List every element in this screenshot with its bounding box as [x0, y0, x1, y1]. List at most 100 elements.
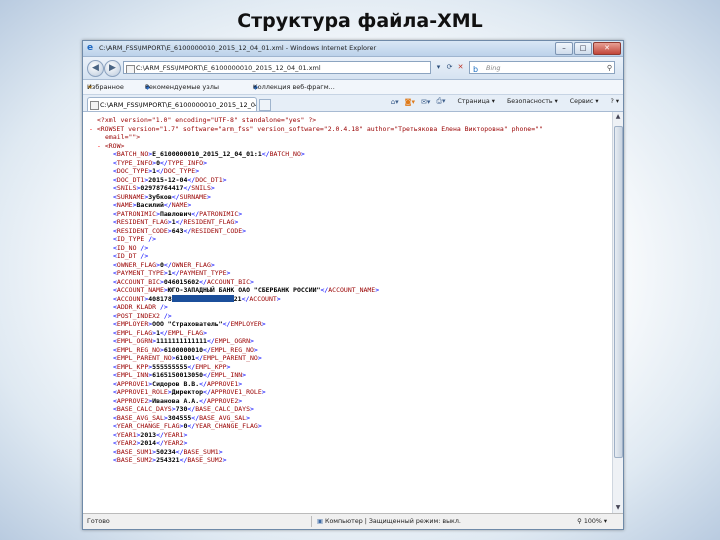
- bing-icon: b: [473, 65, 479, 74]
- xml-line[interactable]: - <ROWSET version="1.7" software="arm_fs…: [83, 125, 613, 134]
- xml-line: <ID_DT />: [113, 252, 149, 260]
- xml-line: <APPROVE1>Сидоров В.В.</APPROVE1>: [113, 379, 243, 388]
- xml-line: <APPROVE2>Иванова А.А.</APPROVE2>: [113, 396, 243, 405]
- xml-line: <APPROVE1_ROLE>Директор</APPROVE1_ROLE>: [113, 388, 266, 396]
- address-text: C:\ARM_FSS\IMPORT\E_6100000010_2015_12_0…: [136, 64, 321, 72]
- xml-line: <SNILS>02978764417</SNILS>: [113, 184, 215, 192]
- xml-tree: <?xml version="1.0" encoding="UTF-8" sta…: [83, 112, 613, 465]
- xml-line: <EMPL_REG_NO>6100000010</EMPL_REG_NO>: [113, 345, 258, 354]
- address-bar[interactable]: C:\ARM_FSS\IMPORT\E_6100000010_2015_12_0…: [123, 61, 431, 74]
- xml-line: <PAYMENT_TYPE>1</PAYMENT_TYPE>: [113, 269, 231, 277]
- back-arrow-icon: ◀: [92, 63, 99, 73]
- scroll-down-icon[interactable]: ▼: [613, 503, 623, 513]
- xml-line: <SURNAME>Зубков</SURNAME>: [113, 192, 211, 201]
- xml-line: <?xml version="1.0" encoding="UTF-8" sta…: [97, 116, 317, 124]
- stop-icon[interactable]: ✕: [455, 61, 466, 74]
- service-menu-label: Сервис: [569, 98, 594, 105]
- xml-line: <DOC_TYPE>1</DOC_TYPE>: [113, 167, 200, 175]
- xml-line: <BASE_AVG_SAL>304555</BASE_AVG_SAL>: [113, 413, 251, 422]
- zoom-level: 100%: [583, 518, 602, 525]
- refresh-icon[interactable]: ⟳: [444, 61, 455, 74]
- xml-line[interactable]: - <ROW>: [83, 142, 613, 151]
- page-icon: [126, 65, 135, 73]
- status-divider: [311, 516, 312, 527]
- xml-line: <ACCOUNT>408178 21</ACCOUNT>: [113, 294, 281, 303]
- security-zone[interactable]: ▣ Компьютер | Защищенный режим: выкл.: [317, 514, 461, 529]
- feeds-icon[interactable]: ◙▾: [405, 98, 415, 106]
- xml-line: <EMPL_OGRN>1111111111111</EMPL_OGRN>: [113, 337, 254, 345]
- xml-line: <ADDR_KLADR />: [113, 303, 168, 311]
- xml-line: <POST_INDEX2 />: [113, 311, 172, 320]
- xml-line: <TYPE_INFO>0</TYPE_INFO>: [113, 158, 207, 167]
- command-bar: ⌂▾ ◙▾ ✉▾ ⎙▾ Страница ▾ Безопасность ▾ Се…: [385, 97, 619, 106]
- tab-xml-file[interactable]: C:\ARM_FSS\IMPORT\E_6100000010_2015_12_0…: [87, 97, 257, 111]
- xml-line: <PATRONIMIC>Павлович</PATRONIMIC>: [113, 209, 243, 218]
- favorites-item-label: Коллекция веб-фрагм...: [253, 83, 335, 91]
- xml-line: <DOC_DT1>2015-12-04</DOC_DT1>: [113, 175, 227, 184]
- page-icon: [90, 101, 99, 110]
- home-icon[interactable]: ⌂▾: [391, 98, 399, 106]
- mail-icon[interactable]: ✉▾: [421, 98, 430, 106]
- print-icon[interactable]: ⎙▾: [436, 97, 445, 106]
- minimize-button[interactable]: –: [555, 42, 573, 55]
- safety-menu[interactable]: Безопасность ▾: [501, 98, 558, 105]
- xml-line: <BASE_SUM1>50234</BASE_SUM1>: [113, 447, 223, 456]
- new-tab-button[interactable]: [259, 99, 271, 111]
- xml-line: <OWNER_FLAG>0</OWNER_FLAG>: [113, 260, 215, 269]
- service-menu[interactable]: Сервис ▾: [564, 98, 599, 105]
- help-icon: ?: [610, 98, 614, 105]
- forward-button[interactable]: ▶: [104, 60, 121, 77]
- zoom-icon: ⚲: [577, 518, 582, 525]
- favorites-item-webslices[interactable]: ◆ Коллекция веб-фрагм... ▾: [253, 80, 335, 94]
- computer-icon: ▣: [317, 518, 323, 525]
- ie-icon: e: [87, 43, 94, 53]
- xml-line: <YEAR_CHANGE_FLAG>0</YEAR_CHANGE_FLAG>: [113, 422, 262, 430]
- xml-line: <EMPL_KPP>555555555</EMPL_KPP>: [113, 362, 231, 371]
- favorites-item-recommended[interactable]: ◆ Рекомендуемые узлы ▾: [145, 80, 219, 94]
- help-button[interactable]: ? ▾: [604, 98, 619, 105]
- xml-line: <EMPL_INN>6165150013050</EMPL_INN>: [113, 371, 247, 379]
- window-title: C:\ARM_FSS\IMPORT\E_6100000010_2015_12_0…: [99, 44, 377, 52]
- back-button[interactable]: ◀: [87, 60, 104, 77]
- favorites-label: Избранное: [87, 83, 124, 91]
- xml-line: <ID_TYPE />: [113, 235, 157, 243]
- xml-line: <EMPL_FLAG>1</EMPL_FLAG>: [113, 328, 207, 337]
- xml-content: <?xml version="1.0" encoding="UTF-8" sta…: [83, 112, 613, 513]
- search-placeholder: Bing: [486, 64, 501, 72]
- xml-line: email="">: [105, 133, 141, 141]
- vertical-scrollbar[interactable]: ▲ ▼: [612, 112, 623, 513]
- xml-line: <EMPL_PARENT_NO>61001</EMPL_PARENT_NO>: [113, 354, 262, 362]
- redaction-block: [171, 295, 234, 302]
- status-bar: Готово ▣ Компьютер | Защищенный режим: в…: [83, 513, 623, 529]
- xml-line: <BATCH_NO>E_6100000010_2015_12_04_01:1</…: [113, 150, 305, 158]
- xml-line: <ACCOUNT_BIC>046015602</ACCOUNT_BIC>: [113, 277, 254, 286]
- window-controls: – □ ✕: [554, 42, 621, 55]
- maximize-button[interactable]: □: [574, 42, 592, 55]
- xml-line: <YEAR2>2014</YEAR2>: [113, 439, 188, 447]
- dropdown-icon[interactable]: ▾: [433, 61, 444, 74]
- close-button[interactable]: ✕: [593, 42, 621, 55]
- collapse-toggle[interactable]: -: [89, 125, 97, 133]
- search-icon[interactable]: ⚲: [607, 62, 612, 75]
- xml-line: <BASE_CALC_DAYS>730</BASE_CALC_DAYS>: [113, 405, 254, 413]
- favorites-item-label: Рекомендуемые узлы: [145, 83, 220, 91]
- page-menu-label: Страница: [457, 98, 490, 105]
- browser-window: e C:\ARM_FSS\IMPORT\E_6100000010_2015_12…: [82, 40, 624, 530]
- xml-line: <EMPLOYER>ООО "Страхователь"</EMPLOYER>: [113, 320, 266, 328]
- xml-line: <BASE_SUM2>254321</BASE_SUM2>: [113, 456, 227, 464]
- navigation-bar: ◀ ▶ C:\ARM_FSS\IMPORT\E_6100000010_2015_…: [83, 57, 623, 80]
- safety-menu-label: Безопасность: [506, 98, 553, 105]
- address-tools: ▾ ⟳ ✕: [433, 61, 466, 74]
- xml-line: <RESIDENT_FLAG>1</RESIDENT_FLAG>: [113, 218, 239, 226]
- scroll-thumb[interactable]: [614, 126, 623, 458]
- title-bar: e C:\ARM_FSS\IMPORT\E_6100000010_2015_12…: [83, 41, 623, 57]
- favorites-bar: ★ Избранное ◆ Рекомендуемые узлы ▾ ◆ Кол…: [83, 80, 623, 95]
- slide-title: Структура файла-XML: [237, 10, 483, 32]
- search-box[interactable]: b Bing ⚲: [469, 61, 615, 74]
- zoom-control[interactable]: ⚲ 100% ▾: [577, 514, 607, 529]
- scroll-up-icon[interactable]: ▲: [613, 112, 623, 122]
- xml-line: <NAME>Василий</NAME>: [113, 201, 192, 209]
- page-menu[interactable]: Страница ▾: [451, 98, 494, 105]
- xml-line: <RESIDENT_CODE>643</RESIDENT_CODE>: [113, 226, 247, 235]
- collapse-toggle[interactable]: -: [97, 142, 105, 150]
